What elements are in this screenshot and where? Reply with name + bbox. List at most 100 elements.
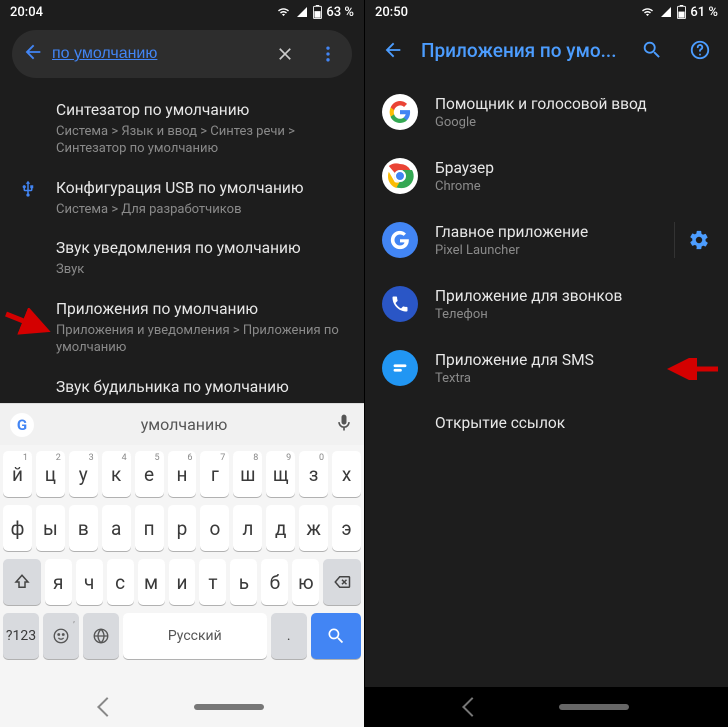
result-icon-empty (0, 299, 56, 301)
key-ю[interactable]: ю (292, 559, 319, 605)
clear-icon[interactable] (267, 36, 303, 72)
more-icon[interactable] (311, 36, 347, 72)
gear-icon (688, 229, 710, 251)
key-м[interactable]: м (138, 559, 165, 605)
battery-pct: 61 % (690, 5, 718, 20)
mic-icon[interactable] (334, 413, 354, 437)
key-ь[interactable]: ь (230, 559, 257, 605)
search-key[interactable] (311, 613, 361, 659)
result-usb[interactable]: Конфигурация USB по умолчанию Система > … (0, 168, 364, 228)
key-й[interactable]: й1 (3, 451, 32, 497)
row-home[interactable]: Главное приложение Pixel Launcher (365, 208, 728, 272)
key-н[interactable]: н6 (168, 451, 197, 497)
google-blue-icon (382, 222, 418, 258)
nav-home-icon[interactable] (194, 704, 264, 710)
key-к[interactable]: к4 (102, 451, 131, 497)
battery-icon (677, 5, 686, 19)
key-о[interactable]: о (200, 505, 229, 551)
key-ч[interactable]: ч (76, 559, 103, 605)
key-р[interactable]: р (168, 505, 197, 551)
key-е[interactable]: е5 (135, 451, 164, 497)
dot-key[interactable]: . (271, 613, 307, 659)
key-у[interactable]: у3 (69, 451, 98, 497)
key-г[interactable]: г7 (200, 451, 229, 497)
nav-bar (0, 687, 364, 727)
wifi-icon (276, 6, 291, 18)
home-settings-button[interactable] (674, 222, 722, 258)
sym-key[interactable]: ?123 (3, 613, 39, 659)
textra-icon (382, 350, 418, 386)
key-д[interactable]: д (266, 505, 295, 551)
status-right: 63 % (276, 5, 354, 20)
key-ы[interactable]: ы (36, 505, 65, 551)
lang-key[interactable] (83, 613, 119, 659)
key-а[interactable]: а (102, 505, 131, 551)
kbd-row-1: й1ц2у3к4е5н6г7ш8щ9з0х (3, 451, 361, 497)
default-apps-list: Помощник и голосовой ввод Google Браузер… (365, 76, 728, 446)
emoji-key[interactable]: , (43, 613, 79, 659)
result-icon-empty (0, 100, 56, 102)
result-alarm-sound[interactable]: Звук будильника по умолчанию (0, 367, 364, 408)
kbd-row-3: ячсмитьбю (3, 559, 361, 605)
shift-key[interactable] (3, 559, 41, 605)
row-browser[interactable]: Браузер Chrome (365, 144, 728, 208)
signal-icon (659, 6, 673, 18)
battery-icon (313, 5, 322, 19)
key-б[interactable]: б (261, 559, 288, 605)
kbd-row-2: фывапролджэ (3, 505, 361, 551)
page-title: Приложения по умо... (421, 39, 624, 62)
key-щ[interactable]: щ9 (266, 451, 295, 497)
battery-pct: 63 % (326, 5, 354, 20)
suggestion-bar: G умолчанию (0, 403, 364, 445)
status-bar: 20:50 61 % (365, 0, 728, 24)
search-bar (12, 30, 352, 78)
result-notif-sound[interactable]: Звук уведомления по умолчанию Звук (0, 228, 364, 288)
phone-right: 20:50 61 % Приложения по умо... Помощник… (364, 0, 728, 727)
suggestion-text[interactable]: умолчанию (44, 415, 324, 434)
clock: 20:50 (375, 5, 408, 20)
nav-back-icon[interactable] (97, 697, 117, 717)
key-х[interactable]: х (332, 451, 361, 497)
key-э[interactable]: э (332, 505, 361, 551)
key-и[interactable]: и (169, 559, 196, 605)
back-icon[interactable] (373, 30, 413, 70)
row-sms[interactable]: Приложение для SMS Textra (365, 336, 728, 400)
row-phone[interactable]: Приложение для звонков Телефон (365, 272, 728, 336)
help-icon[interactable] (680, 30, 720, 70)
key-з[interactable]: з0 (299, 451, 328, 497)
google-g-icon (382, 94, 418, 130)
search-input[interactable] (52, 45, 259, 63)
app-bar: Приложения по умо... (365, 24, 728, 76)
row-links[interactable]: Открытие ссылок (365, 400, 728, 446)
result-default-apps[interactable]: Приложения по умолчанию Приложения и уве… (0, 289, 364, 367)
google-g-icon[interactable]: G (10, 413, 34, 437)
space-key[interactable]: Русский (123, 613, 267, 659)
key-с[interactable]: с (107, 559, 134, 605)
key-л[interactable]: л (233, 505, 262, 551)
key-т[interactable]: т (199, 559, 226, 605)
phone-icon (382, 286, 418, 322)
nav-home-icon[interactable] (559, 704, 629, 710)
nav-back-icon[interactable] (462, 697, 482, 717)
result-tts[interactable]: Синтезатор по умолчанию Система > Язык и… (0, 90, 364, 168)
key-в[interactable]: в (69, 505, 98, 551)
nav-bar (365, 687, 728, 727)
key-ц[interactable]: ц2 (36, 451, 65, 497)
result-icon-empty (0, 377, 56, 379)
row-assistant[interactable]: Помощник и голосовой ввод Google (365, 80, 728, 144)
kbd-row-4: ?123 , Русский . (3, 613, 361, 659)
signal-icon (295, 6, 309, 18)
key-п[interactable]: п (135, 505, 164, 551)
key-я[interactable]: я (45, 559, 72, 605)
key-ж[interactable]: ж (299, 505, 328, 551)
clock: 20:04 (10, 5, 43, 20)
search-icon[interactable] (632, 30, 672, 70)
search-results: Синтезатор по умолчанию Система > Язык и… (0, 88, 364, 408)
wifi-icon (640, 6, 655, 18)
back-icon[interactable] (22, 41, 44, 67)
status-bar: 20:04 63 % (0, 0, 364, 24)
backspace-key[interactable] (323, 559, 361, 605)
key-ф[interactable]: ф (3, 505, 32, 551)
key-ш[interactable]: ш8 (233, 451, 262, 497)
keyboard: й1ц2у3к4е5н6г7ш8щ9з0х фывапролджэ ячсмит… (0, 445, 364, 687)
